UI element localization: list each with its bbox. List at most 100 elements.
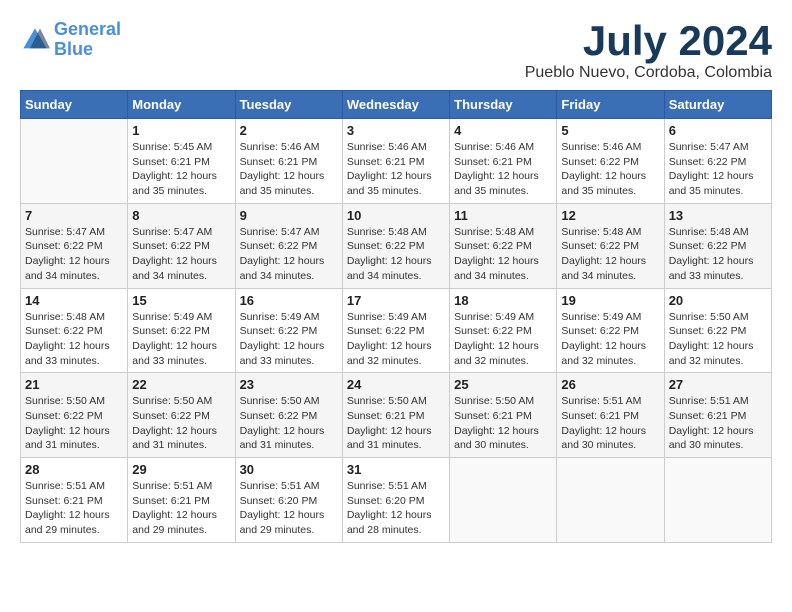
calendar-cell: 1 Sunrise: 5:45 AM Sunset: 6:21 PM Daylig… (128, 119, 235, 204)
calendar-week-2: 7 Sunrise: 5:47 AM Sunset: 6:22 PM Daylig… (21, 203, 772, 288)
calendar-week-3: 14Sunrise: 5:48 AM Sunset: 6:22 PM Dayli… (21, 288, 772, 373)
day-info: Sunrise: 5:51 AM Sunset: 6:21 PM Dayligh… (561, 394, 659, 453)
calendar-cell: 15 Sunrise: 5:49 AM Sunset: 6:22 PM Dayli… (128, 288, 235, 373)
day-number: 4 (454, 123, 552, 138)
day-number: 6 (669, 123, 767, 138)
day-number: 28 (25, 462, 123, 477)
day-info: Sunrise: 5:50 AM Sunset: 6:22 PM Dayligh… (240, 394, 338, 453)
calendar-cell: 27 Sunrise: 5:51 AM Sunset: 6:21 PM Dayli… (664, 373, 771, 458)
day-info: Sunrise: 5:50 AM Sunset: 6:21 PM Dayligh… (347, 394, 445, 453)
calendar-cell (450, 458, 557, 543)
calendar-cell: 20Sunrise: 5:50 AM Sunset: 6:22 PM Dayli… (664, 288, 771, 373)
column-header-tuesday: Tuesday (235, 91, 342, 119)
day-number: 13 (669, 208, 767, 223)
calendar-cell (557, 458, 664, 543)
day-info: Sunrise: 5:51 AM Sunset: 6:20 PM Dayligh… (347, 479, 445, 538)
day-info: Sunrise: 5:51 AM Sunset: 6:21 PM Dayligh… (25, 479, 123, 538)
logo-line2: Blue (54, 39, 93, 59)
day-number: 21 (25, 377, 123, 392)
day-info: Sunrise: 5:51 AM Sunset: 6:21 PM Dayligh… (132, 479, 230, 538)
day-number: 9 (240, 208, 338, 223)
column-header-thursday: Thursday (450, 91, 557, 119)
column-header-saturday: Saturday (664, 91, 771, 119)
day-number: 11 (454, 208, 552, 223)
day-info: Sunrise: 5:46 AM Sunset: 6:21 PM Dayligh… (240, 140, 338, 199)
day-number: 3 (347, 123, 445, 138)
calendar-cell: 14Sunrise: 5:48 AM Sunset: 6:22 PM Dayli… (21, 288, 128, 373)
day-number: 24 (347, 377, 445, 392)
day-number: 19 (561, 293, 659, 308)
page-header: General Blue July 2024 Pueblo Nuevo, Cor… (20, 20, 772, 82)
calendar-week-1: 1 Sunrise: 5:45 AM Sunset: 6:21 PM Daylig… (21, 119, 772, 204)
day-info: Sunrise: 5:50 AM Sunset: 6:22 PM Dayligh… (132, 394, 230, 453)
day-number: 26 (561, 377, 659, 392)
day-info: Sunrise: 5:47 AM Sunset: 6:22 PM Dayligh… (132, 225, 230, 284)
calendar-cell: 26 Sunrise: 5:51 AM Sunset: 6:21 PM Dayli… (557, 373, 664, 458)
calendar-cell: 21 Sunrise: 5:50 AM Sunset: 6:22 PM Dayli… (21, 373, 128, 458)
calendar-cell: 6 Sunrise: 5:47 AM Sunset: 6:22 PM Daylig… (664, 119, 771, 204)
day-info: Sunrise: 5:47 AM Sunset: 6:22 PM Dayligh… (25, 225, 123, 284)
day-info: Sunrise: 5:49 AM Sunset: 6:22 PM Dayligh… (454, 310, 552, 369)
column-header-sunday: Sunday (21, 91, 128, 119)
day-info: Sunrise: 5:48 AM Sunset: 6:22 PM Dayligh… (561, 225, 659, 284)
day-number: 30 (240, 462, 338, 477)
calendar-cell: 13Sunrise: 5:48 AM Sunset: 6:22 PM Dayli… (664, 203, 771, 288)
calendar-cell (21, 119, 128, 204)
day-number: 17 (347, 293, 445, 308)
calendar-cell: 31Sunrise: 5:51 AM Sunset: 6:20 PM Dayli… (342, 458, 449, 543)
day-info: Sunrise: 5:47 AM Sunset: 6:22 PM Dayligh… (240, 225, 338, 284)
day-info: Sunrise: 5:46 AM Sunset: 6:21 PM Dayligh… (347, 140, 445, 199)
day-info: Sunrise: 5:48 AM Sunset: 6:22 PM Dayligh… (25, 310, 123, 369)
calendar-cell: 11 Sunrise: 5:48 AM Sunset: 6:22 PM Dayli… (450, 203, 557, 288)
calendar-header-row: SundayMondayTuesdayWednesdayThursdayFrid… (21, 91, 772, 119)
calendar-cell: 10 Sunrise: 5:48 AM Sunset: 6:22 PM Dayli… (342, 203, 449, 288)
day-number: 15 (132, 293, 230, 308)
day-info: Sunrise: 5:51 AM Sunset: 6:21 PM Dayligh… (669, 394, 767, 453)
logo-text: General Blue (54, 20, 121, 60)
day-number: 16 (240, 293, 338, 308)
day-number: 18 (454, 293, 552, 308)
calendar-cell: 2 Sunrise: 5:46 AM Sunset: 6:21 PM Daylig… (235, 119, 342, 204)
day-info: Sunrise: 5:51 AM Sunset: 6:20 PM Dayligh… (240, 479, 338, 538)
logo: General Blue (20, 20, 121, 60)
calendar-cell: 25Sunrise: 5:50 AM Sunset: 6:21 PM Dayli… (450, 373, 557, 458)
logo-icon (20, 25, 50, 55)
day-number: 22 (132, 377, 230, 392)
calendar-cell: 4 Sunrise: 5:46 AM Sunset: 6:21 PM Daylig… (450, 119, 557, 204)
calendar-cell: 19 Sunrise: 5:49 AM Sunset: 6:22 PM Dayli… (557, 288, 664, 373)
calendar-cell: 28 Sunrise: 5:51 AM Sunset: 6:21 PM Dayli… (21, 458, 128, 543)
location: Pueblo Nuevo, Cordoba, Colombia (525, 64, 772, 82)
calendar-cell: 23Sunrise: 5:50 AM Sunset: 6:22 PM Dayli… (235, 373, 342, 458)
calendar-week-5: 28 Sunrise: 5:51 AM Sunset: 6:21 PM Dayli… (21, 458, 772, 543)
column-header-friday: Friday (557, 91, 664, 119)
column-header-monday: Monday (128, 91, 235, 119)
day-number: 10 (347, 208, 445, 223)
month-title: July 2024 (525, 20, 772, 62)
calendar-cell: 16 Sunrise: 5:49 AM Sunset: 6:22 PM Dayli… (235, 288, 342, 373)
calendar-cell: 8Sunrise: 5:47 AM Sunset: 6:22 PM Daylig… (128, 203, 235, 288)
day-info: Sunrise: 5:46 AM Sunset: 6:21 PM Dayligh… (454, 140, 552, 199)
day-number: 7 (25, 208, 123, 223)
day-info: Sunrise: 5:46 AM Sunset: 6:22 PM Dayligh… (561, 140, 659, 199)
day-number: 1 (132, 123, 230, 138)
day-number: 25 (454, 377, 552, 392)
day-info: Sunrise: 5:45 AM Sunset: 6:21 PM Dayligh… (132, 140, 230, 199)
calendar-table: SundayMondayTuesdayWednesdayThursdayFrid… (20, 90, 772, 543)
calendar-cell: 24 Sunrise: 5:50 AM Sunset: 6:21 PM Dayli… (342, 373, 449, 458)
day-info: Sunrise: 5:50 AM Sunset: 6:22 PM Dayligh… (25, 394, 123, 453)
day-number: 27 (669, 377, 767, 392)
calendar-cell: 5Sunrise: 5:46 AM Sunset: 6:22 PM Daylig… (557, 119, 664, 204)
day-number: 20 (669, 293, 767, 308)
day-number: 12 (561, 208, 659, 223)
column-header-wednesday: Wednesday (342, 91, 449, 119)
day-info: Sunrise: 5:49 AM Sunset: 6:22 PM Dayligh… (240, 310, 338, 369)
calendar-cell: 7 Sunrise: 5:47 AM Sunset: 6:22 PM Daylig… (21, 203, 128, 288)
day-info: Sunrise: 5:49 AM Sunset: 6:22 PM Dayligh… (561, 310, 659, 369)
day-info: Sunrise: 5:48 AM Sunset: 6:22 PM Dayligh… (454, 225, 552, 284)
day-number: 2 (240, 123, 338, 138)
calendar-cell: 22 Sunrise: 5:50 AM Sunset: 6:22 PM Dayli… (128, 373, 235, 458)
day-number: 29 (132, 462, 230, 477)
day-info: Sunrise: 5:47 AM Sunset: 6:22 PM Dayligh… (669, 140, 767, 199)
day-info: Sunrise: 5:48 AM Sunset: 6:22 PM Dayligh… (347, 225, 445, 284)
day-info: Sunrise: 5:49 AM Sunset: 6:22 PM Dayligh… (132, 310, 230, 369)
